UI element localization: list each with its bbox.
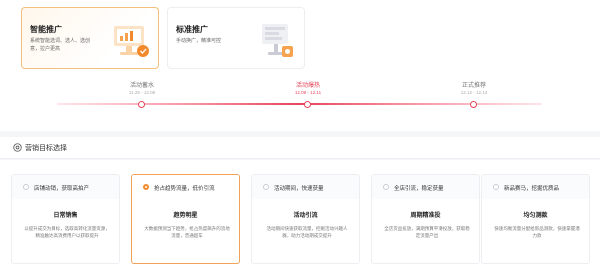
goal-desc: 大数据预测当下趋势，抢占热度飙升的流地流量，普通超车 (144, 226, 230, 238)
plan-card-smart[interactable]: 智能推广 系统智能选词、选人、选创意，拉户更高 (21, 7, 159, 69)
goal-radio[interactable] (263, 184, 269, 190)
goal-card-trend-star[interactable]: 抢占趋势流量，低价引流 趋势明星 大数据预测当下趋势，抢占热度飙升的流地流量，普… (131, 174, 240, 264)
goal-desc: 以提升成交为目标，选取高转化流量资源，精准触达高消费用户以获取提升 (24, 226, 110, 238)
standard-promotion-illustration-icon (262, 24, 293, 57)
timeline-stage-label: 活动蓄水 (129, 83, 154, 89)
goal-desc: 全店货品投放，满期预算平滑投放，获取稳定流量产出 (384, 226, 470, 238)
timeline-node[interactable] (138, 100, 145, 108)
timeline-stage-label: 正式推荐 (461, 83, 486, 89)
section-title: 营销目标选择 (25, 145, 67, 152)
goal-option-label: 活动期间，快速获量 (274, 185, 324, 192)
goal-radio-selected[interactable] (143, 184, 149, 190)
goal-desc: 快速均衡流量分配给新品测款，快速掌握潜力款 (494, 226, 580, 238)
plan-desc: 手动换广，精准可控 (176, 38, 222, 44)
goal-card-even-testing[interactable]: 新品赛马，挖掘优质品 均匀测款 快速均衡流量分配给新品测款，快速掌握潜力款 (481, 174, 590, 264)
goal-name: 周期精准投 (410, 213, 441, 219)
timeline-stage-label-active: 活动爆热 (295, 83, 320, 89)
goal-radio[interactable] (23, 184, 29, 190)
goal-card-list: 店铺动销，获取高拍产 日常销售 以提升成交为目标，选取高转化流量资源，精准触达高… (0, 160, 600, 270)
timeline-stage-dates-active: 12.09 - 12.11 (294, 90, 322, 95)
timeline-stage-dates: 11.25 - 12.08 (128, 90, 156, 95)
smart-promotion-illustration-icon (114, 26, 149, 57)
goal-desc: 活动期间快速获取流量，挖掘活动兴趣人群，助力活动期成交提升 (266, 226, 348, 238)
plan-title: 标准推广 (176, 25, 208, 34)
goal-name: 均匀测款 (523, 213, 548, 219)
goal-card-event-traffic[interactable]: 活动期间，快速获量 活动引流 活动期间快速获取流量，挖掘活动兴趣人群，助力活动期… (251, 174, 360, 264)
goal-radio[interactable] (493, 184, 499, 190)
marketing-goal-section-header: 营销目标选择 (0, 137, 600, 159)
goal-option-label: 抢占趋势流量，低价引流 (154, 185, 215, 192)
goal-name: 趋势明星 (173, 213, 198, 219)
goal-option-label: 全店引流，稳定获量 (394, 185, 444, 192)
target-icon (13, 143, 22, 152)
goal-name: 活动引流 (293, 213, 318, 219)
timeline-node[interactable] (470, 100, 477, 108)
timeline-stage-dates: 12.12 - 12.14 (460, 90, 488, 95)
plan-desc: 系统智能选词、选人、选创意，拉户更高 (30, 38, 91, 52)
goal-name: 日常销售 (53, 213, 78, 219)
goal-card-daily-sales[interactable]: 店铺动销，获取高拍产 日常销售 以提升成交为目标，选取高转化流量资源，精准触达高… (11, 174, 120, 264)
goal-card-periodic-precise[interactable]: 全店引流，稳定获量 周期精准投 全店货品投放，满期预算平滑投放，获取稳定流量产出 (371, 174, 480, 264)
goal-option-label: 店铺动销，获取高拍产 (34, 185, 90, 192)
goal-option-label: 新品赛马，挖掘优质品 (504, 185, 560, 192)
plan-title: 智能推广 (30, 25, 62, 34)
timeline-node-active[interactable] (304, 100, 311, 108)
plan-card-standard[interactable]: 标准推广 手动换广，精准可控 (167, 7, 305, 69)
goal-radio[interactable] (383, 184, 389, 190)
plan-header: 智能推广 系统智能选词、选人、选创意，拉户更高 标准推广 手动换广，精准可控 活… (0, 0, 600, 131)
